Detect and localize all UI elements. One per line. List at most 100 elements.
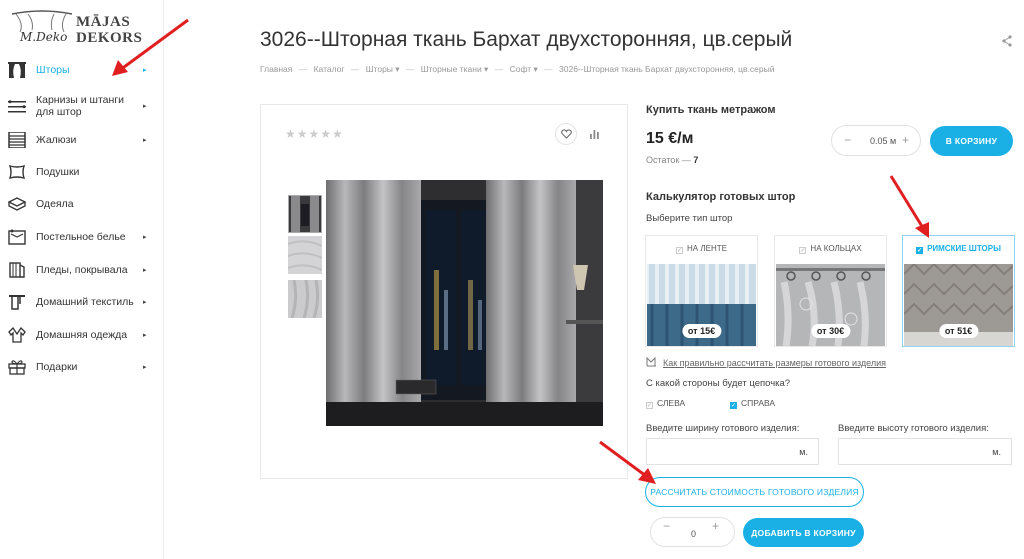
towel-icon [9,295,25,310]
checkbox-icon: ✓ [799,247,807,254]
breadcrumb-current: 3026--Шторная ткань Бархат двухсторонняя… [559,64,775,74]
rating-stars[interactable]: ★★★★★ [285,127,344,141]
sidebar-item-label: Подарки [36,361,78,373]
measure-guide-link[interactable]: Как правильно рассчитать размеры готовог… [646,356,886,368]
increase-button[interactable]: + [712,519,719,533]
chain-left-checkbox[interactable]: ✓ СЛЕВА [646,398,685,409]
chevron-right-icon: ▸ [143,332,147,339]
calculator-heading: Калькулятор готовых штор [646,191,796,203]
curtain-type-option-rings[interactable]: ✓ НА КОЛЬЦАХ от 30€ [774,235,887,347]
chevron-right-icon: ▸ [143,234,147,241]
curtain-rod-icon [8,100,26,113]
checkbox-icon: ✓ [646,402,653,409]
bed-linen-icon [8,229,26,245]
choose-type-label: Выберите тип штор [646,213,733,224]
chevron-right-icon: ▸ [143,67,147,74]
width-label: Введите ширину готового изделия: [646,423,800,434]
sidebar-item-blinds[interactable]: Жалюзи ▸ [0,126,164,154]
width-input[interactable]: м. [646,438,819,465]
sidebar-item-homewear[interactable]: Домашняя одежда ▸ [0,321,164,349]
sidebar-item-label: Карнизы и штанги для штор [36,94,124,118]
option-header: ✓ РИМСКИЕ ШТОРЫ [903,244,1014,254]
chevron-right-icon: ▸ [143,299,147,306]
curtain-type-option-tape[interactable]: ✓ НА ЛЕНТЕ от 15€ [645,235,758,347]
stock-label: Остаток — [646,155,691,165]
favorite-button[interactable] [555,123,577,145]
sidebar-item-bed-linen[interactable]: Постельное белье ▸ [0,223,164,251]
breadcrumb-link-catalog[interactable]: Каталог [314,64,345,74]
curtain-photo-thumbnail [289,196,321,232]
curtain-logo-icon [11,10,73,32]
breadcrumb-link-home[interactable]: Главная [260,64,292,74]
share-icon[interactable] [1001,35,1013,47]
breadcrumb: Главная — Каталог — Шторы ▾ — Шторные тк… [260,64,778,75]
option-label: НА КОЛЬЦАХ [810,244,862,253]
sidebar-item-plaids[interactable]: Пледы, покрывала ▸ [0,256,164,284]
checkbox-checked-icon: ✓ [916,247,924,254]
sidebar-item-label: Домашняя одежда [36,329,128,341]
sidebar-item-curtains[interactable]: Шторы ▸ [0,56,164,84]
gallery-thumbnail[interactable] [288,236,322,274]
decrease-button[interactable]: − [663,519,670,533]
sidebar-item-label: Одеяла [36,198,74,210]
breadcrumb-separator: — [544,64,553,74]
site-logo[interactable]: M.Deko MĀJAS DEKORS [6,8,146,52]
add-to-cart-button[interactable]: ДОБАВИТЬ В КОРЗИНУ [743,518,864,547]
annotation-arrow-icon [889,175,929,238]
breadcrumb-link-soft[interactable]: Софт ▾ [510,64,538,74]
sidebar-item-gifts[interactable]: Подарки ▸ [0,353,164,381]
option-price-badge: от 15€ [681,324,722,338]
curtains-icon [8,62,26,78]
fabric-swatch-thumbnail [288,280,322,318]
product-gallery: ★★★★★ [260,104,628,479]
breadcrumb-separator: — [350,64,360,74]
gallery-thumbnail[interactable] [288,280,322,318]
sidebar-item-blankets[interactable]: Одеяла [0,190,164,218]
stock-value: 7 [693,155,699,165]
plaid-icon [9,262,25,278]
breadcrumb-separator: — [405,64,415,74]
product-quantity-stepper: − 0 + [650,517,735,547]
checkbox-checked-icon: ✓ [730,402,737,409]
gallery-thumbnail[interactable] [288,195,322,233]
curtain-type-option-roman[interactable]: ✓ РИМСКИЕ ШТОРЫ от 51€ [902,235,1015,347]
logo-brand-line1: MĀJAS [76,14,131,30]
decrease-button[interactable]: − [844,133,851,147]
calculate-price-button[interactable]: РАССЧИТАТЬ СТОИМОСТЬ ГОТОВОГО ИЗДЕЛИЯ [645,477,864,507]
chain-left-label: СЛЕВА [657,398,686,408]
meter-quantity-value[interactable]: 0.05 м [870,136,896,146]
option-label: РИМСКИЕ ШТОРЫ [927,244,1001,253]
height-unit: м. [992,447,1001,457]
add-fabric-to-cart-button[interactable]: В КОРЗИНУ [930,126,1013,156]
sidebar-item-pillows[interactable]: Подушки [0,158,164,186]
curtain-room-photo [326,180,603,426]
meter-quantity-stepper: − 0.05 м + [831,125,921,156]
chevron-right-icon: ▸ [143,103,147,110]
height-input[interactable]: м. [838,438,1012,465]
sidebar-item-home-textile[interactable]: Домашний текстиль ▸ [0,288,164,316]
sidebar-item-curtain-rods[interactable]: Карнизы и штанги для штор ▸ [0,90,164,122]
buy-by-meter-heading: Купить ткань метражом [646,104,776,116]
robe-icon [8,327,26,343]
sidebar-item-label: Пледы, покрывала [36,264,128,276]
chevron-right-icon: ▸ [143,364,147,371]
checkbox-icon: ✓ [676,247,684,254]
logo-brand-line2: DEKORS [76,30,143,46]
product-quantity-value[interactable]: 0 [691,529,696,539]
option-header: ✓ НА ЛЕНТЕ [646,244,757,254]
breadcrumb-link-curtains[interactable]: Шторы ▾ [366,64,400,74]
product-price: 15 €/м [646,130,694,147]
chain-right-checkbox[interactable]: ✓ СПРАВА [730,398,775,409]
breadcrumb-link-curtain-fabrics[interactable]: Шторные ткани ▾ [421,64,489,74]
bar-chart-icon [589,130,599,139]
heart-icon [560,129,572,139]
sidebar-item-label: Постельное белье [36,231,126,243]
chain-right-label: СПРАВА [741,398,776,408]
compare-button[interactable] [583,123,605,145]
ruler-icon [646,356,656,367]
main-product-image[interactable] [326,180,603,426]
stock-info: Остаток — 7 [646,155,698,165]
increase-button[interactable]: + [902,133,909,147]
width-unit: м. [799,447,808,457]
gift-icon [8,360,26,375]
